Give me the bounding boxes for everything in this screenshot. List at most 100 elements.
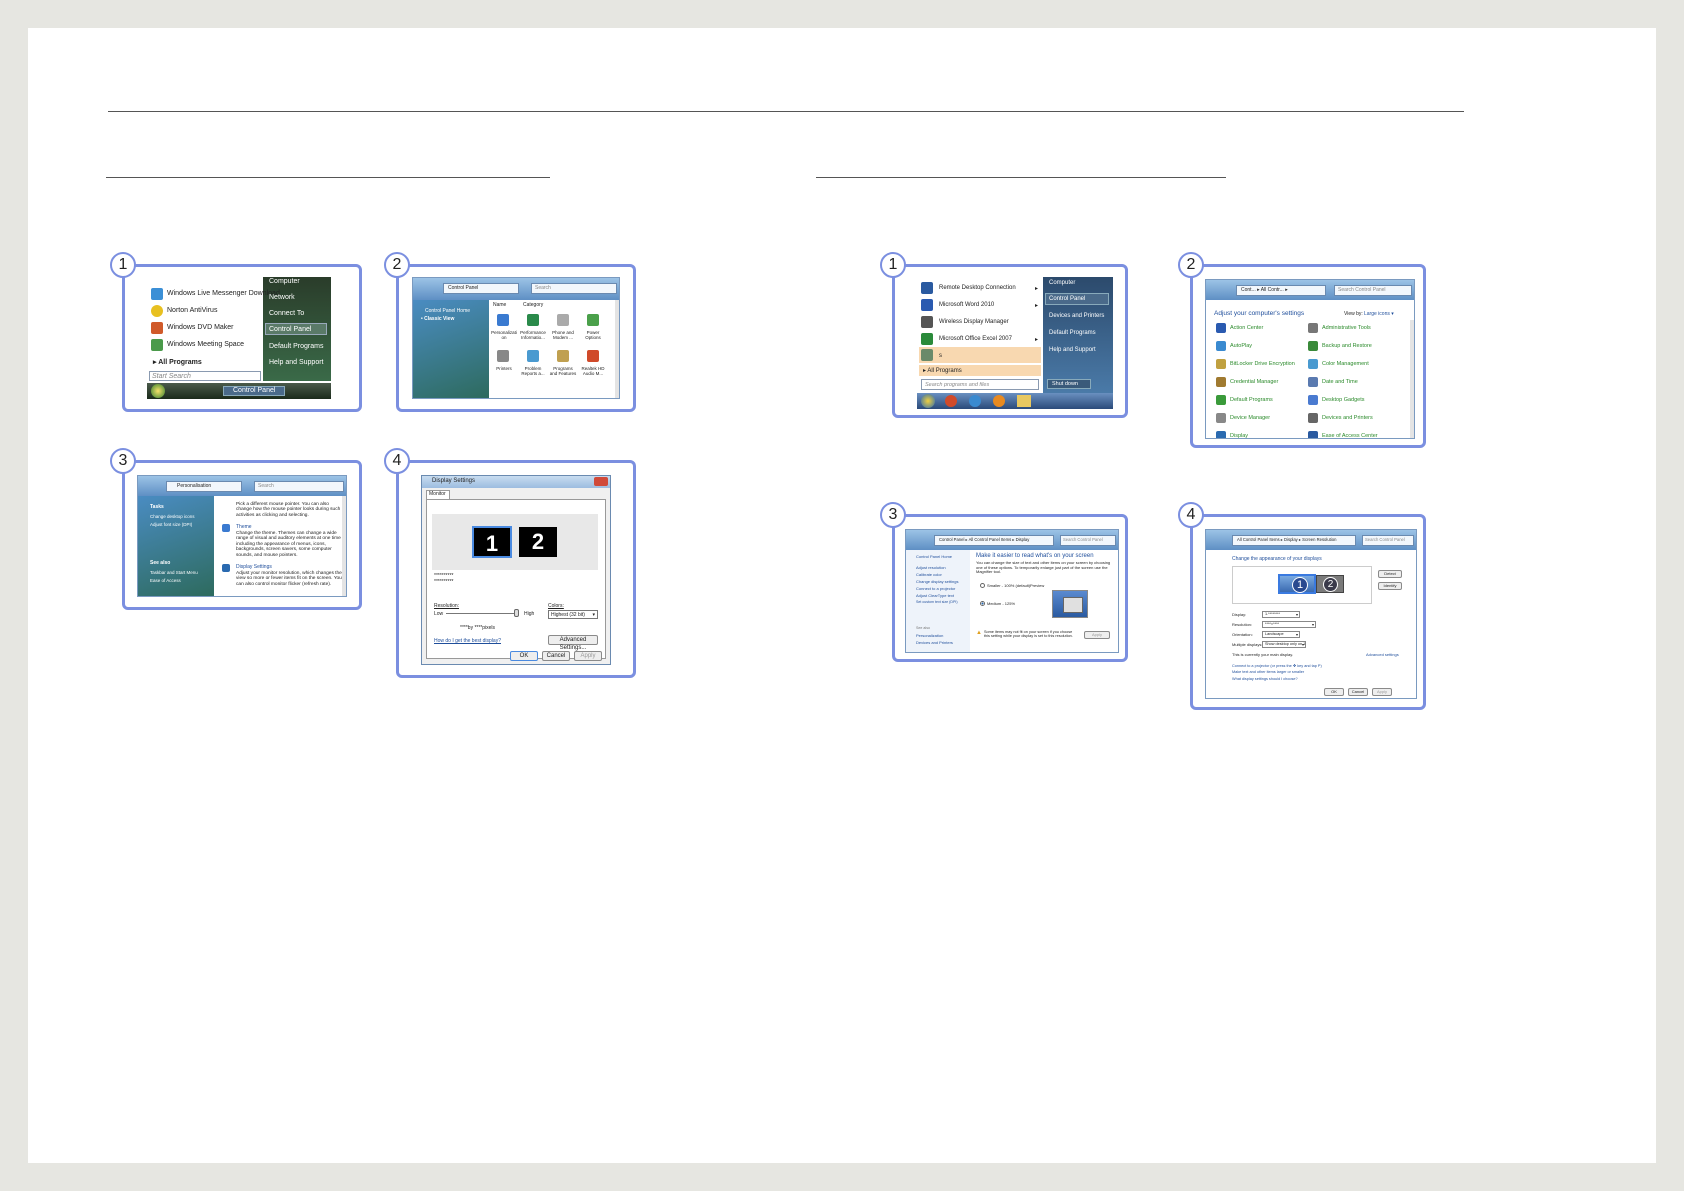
search-box[interactable]: Search Control Panel	[1063, 537, 1103, 542]
monitor-2[interactable]: 2	[1316, 575, 1344, 593]
ok-button[interactable]: OK	[1324, 688, 1344, 696]
start-right-item[interactable]: Network	[269, 294, 295, 301]
all-programs[interactable]: ▸ All Programs	[153, 358, 202, 366]
see-also-link[interactable]: Devices and Printers	[916, 640, 953, 645]
cp-item[interactable]: Devices and Printers	[1322, 415, 1373, 421]
cp-item[interactable]: Color Management	[1322, 361, 1369, 367]
cp-item[interactable]: Default Programs	[1230, 397, 1273, 403]
cp-item[interactable]: Administrative Tools	[1322, 325, 1371, 331]
cp-item[interactable]: Realtek HD Audio M...	[579, 366, 607, 376]
cp-item[interactable]: Display	[1230, 433, 1248, 438]
column-header[interactable]: Name	[493, 302, 506, 308]
scrollbar[interactable]	[342, 496, 346, 596]
cp-item[interactable]: Device Manager	[1230, 415, 1270, 421]
start-right-item[interactable]: Devices and Printers	[1049, 313, 1104, 319]
address-bar[interactable]: Personalisation	[177, 483, 211, 489]
shutdown-button[interactable]: Shut down	[1047, 379, 1091, 389]
cp-item[interactable]: AutoPlay	[1230, 343, 1252, 349]
monitor-1[interactable]: 1	[1278, 574, 1316, 594]
taskbar-control-panel[interactable]: Control Panel	[233, 387, 275, 394]
start-right-item[interactable]: Help and Support	[269, 359, 323, 366]
start-right-item[interactable]: Computer	[1049, 280, 1075, 286]
cp-item[interactable]: Phone and Modem ...	[549, 330, 577, 340]
start-item[interactable]: Microsoft Word 2010	[939, 302, 994, 308]
start-right-item[interactable]: Default Programs	[269, 343, 323, 350]
side-link[interactable]: Set custom text size (DPI)	[916, 600, 958, 604]
start-right-item-control-panel[interactable]: Control Panel	[269, 326, 311, 333]
display-settings-link[interactable]: Display Settings	[236, 564, 272, 570]
cp-home-link[interactable]: Control Panel Home	[425, 308, 470, 314]
start-search-input[interactable]: Start Search	[149, 371, 261, 381]
chrome-icon[interactable]	[945, 395, 957, 407]
address-bar[interactable]: All Control Panel Items ▸ Display ▸ Scre…	[1237, 537, 1336, 542]
search-box[interactable]: Search Control Panel	[1365, 537, 1405, 542]
setting-select[interactable]: 1.******** ▾	[1262, 611, 1300, 618]
advanced-settings-button[interactable]: Advanced Settings...	[548, 635, 598, 651]
monitor-1[interactable]: 1	[472, 526, 512, 558]
scrollbar[interactable]	[1410, 320, 1414, 438]
start-search-input[interactable]: Search programs and files	[921, 379, 1039, 390]
side-link[interactable]: Calibrate color	[916, 572, 942, 577]
apply-button[interactable]: Apply	[1372, 688, 1392, 696]
view-by-select[interactable]: Large icons ▾	[1364, 311, 1394, 317]
task-link[interactable]: Change desktop icons	[150, 514, 195, 519]
cp-item[interactable]: Printers	[491, 366, 517, 371]
start-item[interactable]: Windows Meeting Space	[167, 341, 244, 348]
side-link[interactable]: Adjust resolution	[916, 565, 946, 570]
ok-button[interactable]: OK	[510, 651, 538, 661]
media-player-icon[interactable]	[993, 395, 1005, 407]
scrollbar[interactable]	[615, 300, 619, 398]
cancel-button[interactable]: Cancel	[1348, 688, 1368, 696]
address-bar[interactable]: Control Panel ▸ All Control Panel Items …	[939, 537, 1029, 542]
cp-item[interactable]: Date and Time	[1322, 379, 1358, 385]
see-also-link[interactable]: Taskbar and Start Menu	[150, 570, 198, 575]
detect-button[interactable]: Detect	[1378, 570, 1402, 578]
start-item[interactable]: Microsoft Office Excel 2007	[939, 336, 1012, 342]
text-size-link[interactable]: Make text and other items larger or smal…	[1232, 670, 1304, 674]
identify-button[interactable]: Identify	[1378, 582, 1402, 590]
start-right-item[interactable]: Help and Support	[1049, 347, 1096, 353]
cp-item[interactable]: Backup and Restore	[1322, 343, 1372, 349]
monitor-2[interactable]: 2	[519, 527, 557, 557]
explorer-icon[interactable]	[1017, 395, 1031, 407]
see-also-link[interactable]: Ease of Access	[150, 578, 181, 583]
radio-medium[interactable]	[980, 601, 985, 606]
start-right-item[interactable]: Computer	[269, 278, 300, 285]
all-programs[interactable]: ▸ All Programs	[923, 367, 962, 374]
display-help-link[interactable]: What display settings should I choose?	[1232, 677, 1298, 681]
start-item[interactable]: s	[939, 353, 942, 359]
side-link[interactable]: Change display settings	[916, 579, 958, 584]
start-orb-icon[interactable]	[151, 384, 165, 398]
setting-select[interactable]: ****×**** ▾	[1262, 621, 1316, 628]
projector-link[interactable]: Connect to a projector (or press the ❖ k…	[1232, 663, 1322, 668]
setting-select[interactable]: Landscape ▾	[1262, 631, 1300, 638]
side-link[interactable]: Connect to a projector	[916, 586, 955, 591]
address-bar[interactable]: Cont... ▸ All Contr... ▸	[1241, 287, 1288, 293]
cp-item[interactable]: Credential Manager	[1230, 379, 1278, 385]
cp-item[interactable]: BitLocker Drive Encryption	[1230, 361, 1295, 367]
search-box[interactable]: Search	[258, 483, 274, 489]
slider-thumb[interactable]	[514, 609, 519, 617]
cp-item[interactable]: Personalizati on	[491, 330, 517, 340]
cp-item[interactable]: Programs and Features	[549, 366, 577, 376]
cp-item[interactable]: Ease of Access Center	[1322, 433, 1378, 438]
task-link[interactable]: Adjust font size (DPI)	[150, 522, 192, 527]
start-right-item[interactable]: Connect To	[269, 310, 304, 317]
start-item[interactable]: Wireless Display Manager	[939, 319, 1009, 325]
best-display-link[interactable]: How do I get the best display?	[434, 638, 501, 644]
ie-icon[interactable]	[969, 395, 981, 407]
cp-item[interactable]: Problem Reports a...	[519, 366, 547, 376]
start-item[interactable]: Remote Desktop Connection	[939, 285, 1016, 291]
see-also-link[interactable]: Personalization	[916, 633, 943, 638]
cancel-button[interactable]: Cancel	[542, 651, 570, 661]
start-right-item[interactable]: Default Programs	[1049, 330, 1096, 336]
apply-button[interactable]: Apply	[1084, 631, 1110, 639]
start-item[interactable]: Windows DVD Maker	[167, 324, 234, 331]
start-item[interactable]: Norton AntiVirus	[167, 307, 217, 314]
start-right-item-control-panel[interactable]: Control Panel	[1049, 296, 1085, 302]
close-icon[interactable]	[594, 477, 608, 486]
search-box[interactable]: Search	[535, 285, 551, 291]
cp-item[interactable]: Desktop Gadgets	[1322, 397, 1365, 403]
theme-link[interactable]: Theme	[236, 524, 252, 530]
radio-smaller[interactable]	[980, 583, 985, 588]
